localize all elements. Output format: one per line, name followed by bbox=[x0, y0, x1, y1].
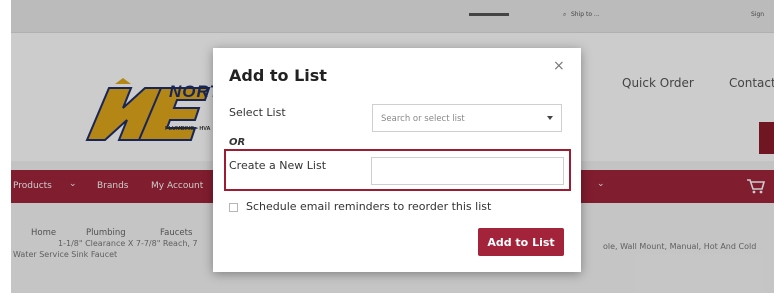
select-list-label: Select List bbox=[229, 106, 286, 119]
select-list-placeholder: Search or select list bbox=[381, 114, 465, 124]
or-separator: OR bbox=[229, 137, 246, 148]
reminder-checkbox[interactable] bbox=[229, 203, 238, 212]
modal-title: Add to List bbox=[229, 66, 327, 85]
select-list-dropdown[interactable]: Search or select list bbox=[372, 104, 562, 132]
add-to-list-modal: Add to List × Select List Search or sele… bbox=[213, 48, 581, 272]
chevron-down-icon bbox=[547, 116, 553, 120]
new-list-name-input[interactable] bbox=[371, 157, 564, 185]
reminder-checkbox-label[interactable]: Schedule email reminders to reorder this… bbox=[246, 200, 491, 213]
create-new-list-label: Create a New List bbox=[229, 159, 327, 172]
close-icon[interactable]: × bbox=[553, 58, 565, 74]
add-to-list-button[interactable]: Add to List bbox=[478, 228, 564, 256]
